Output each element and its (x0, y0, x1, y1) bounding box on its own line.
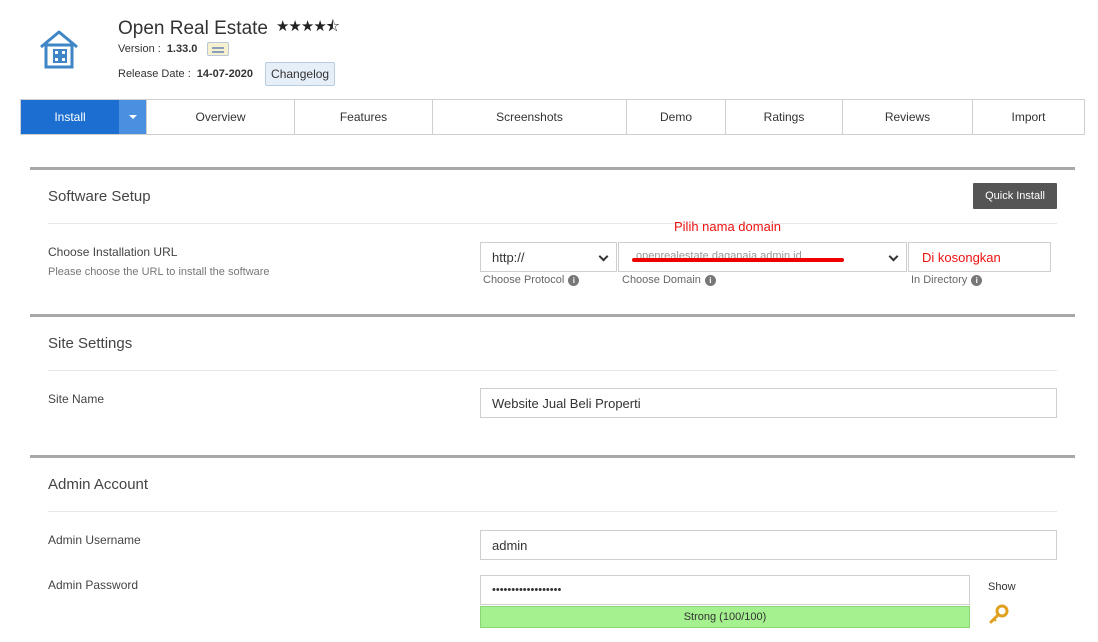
page-title: Open Real Estate (118, 17, 268, 39)
protocol-hint-text: Choose Protocol (483, 274, 565, 286)
password-strength-bar: Strong (100/100) (480, 606, 970, 628)
directory-hint-text: In Directory (911, 274, 968, 286)
divider (48, 370, 1057, 371)
admin-account-title: Admin Account (48, 476, 149, 493)
tab-screenshots[interactable]: Screenshots (433, 100, 627, 134)
release-value: 14-07-2020 (196, 68, 254, 80)
key-icon[interactable] (988, 604, 1010, 626)
release-row: Release Date : 14-07-2020 Changelog (118, 62, 336, 86)
admin-password-value: •••••••••••••••••• (492, 584, 562, 596)
tab-reviews[interactable]: Reviews (843, 100, 973, 134)
protocol-select[interactable]: http:// (480, 242, 617, 272)
admin-password-input[interactable]: •••••••••••••••••• (480, 575, 970, 605)
tab-import[interactable]: Import (973, 100, 1084, 134)
release-label: Release Date : (118, 68, 191, 80)
admin-username-value: admin (492, 537, 528, 553)
site-settings-section: Site Settings Site Name (30, 314, 1075, 456)
site-name-label: Site Name (48, 392, 105, 406)
tab-bar: Install Overview Features Screenshots De… (20, 99, 1085, 135)
software-setup-title: Software Setup (48, 188, 151, 205)
protocol-value: http:// (492, 249, 525, 265)
installation-url-description: Please choose the URL to install the sof… (48, 266, 270, 278)
notes-icon[interactable] (207, 42, 230, 56)
redacted-domain-strike (632, 258, 844, 262)
site-name-value: Website Jual Beli Properti (492, 395, 641, 411)
admin-password-label: Admin Password (48, 578, 139, 592)
software-setup-section: Software Setup Quick Install Choose Inst… (30, 167, 1075, 315)
quick-install-button[interactable]: Quick Install (973, 183, 1057, 209)
info-icon[interactable]: i (971, 274, 983, 286)
admin-username-label: Admin Username (48, 533, 141, 547)
rating-stars[interactable]: ★★★★⯪ (276, 16, 340, 41)
domain-hint-text: Choose Domain (622, 274, 701, 286)
tab-demo[interactable]: Demo (627, 100, 726, 134)
info-icon[interactable]: i (568, 274, 580, 286)
domain-hint: Choose Domain i (622, 274, 716, 286)
changelog-button[interactable]: Changelog (265, 62, 336, 86)
annotation-directory: Di kosongkan (922, 250, 1001, 265)
admin-username-input[interactable]: admin (480, 530, 1057, 560)
chevron-down-icon (888, 251, 899, 262)
title-row: Open Real Estate ★★★★⯪ (118, 16, 340, 41)
divider (48, 223, 1057, 224)
install-dropdown-toggle[interactable] (119, 100, 147, 134)
installation-url-label: Choose Installation URL (48, 245, 178, 259)
protocol-hint: Choose Protocol i (483, 274, 580, 286)
show-password-button[interactable]: Show (988, 581, 1016, 593)
divider (48, 511, 1057, 512)
site-name-input[interactable]: Website Jual Beli Properti (480, 388, 1057, 418)
tab-features[interactable]: Features (295, 100, 433, 134)
tab-ratings[interactable]: Ratings (726, 100, 843, 134)
caret-down-icon (128, 115, 137, 119)
version-value: 1.33.0 (166, 43, 198, 55)
directory-hint: In Directory i (911, 274, 983, 286)
version-row: Version : 1.33.0 (118, 42, 230, 56)
chevron-down-icon (598, 251, 609, 262)
tab-overview[interactable]: Overview (147, 100, 295, 134)
site-settings-title: Site Settings (48, 335, 133, 352)
tab-install[interactable]: Install (21, 100, 119, 134)
annotation-domain: Pilih nama domain (674, 219, 781, 234)
version-label: Version : (118, 43, 161, 55)
info-icon[interactable]: i (704, 274, 716, 286)
house-app-icon (40, 30, 78, 69)
